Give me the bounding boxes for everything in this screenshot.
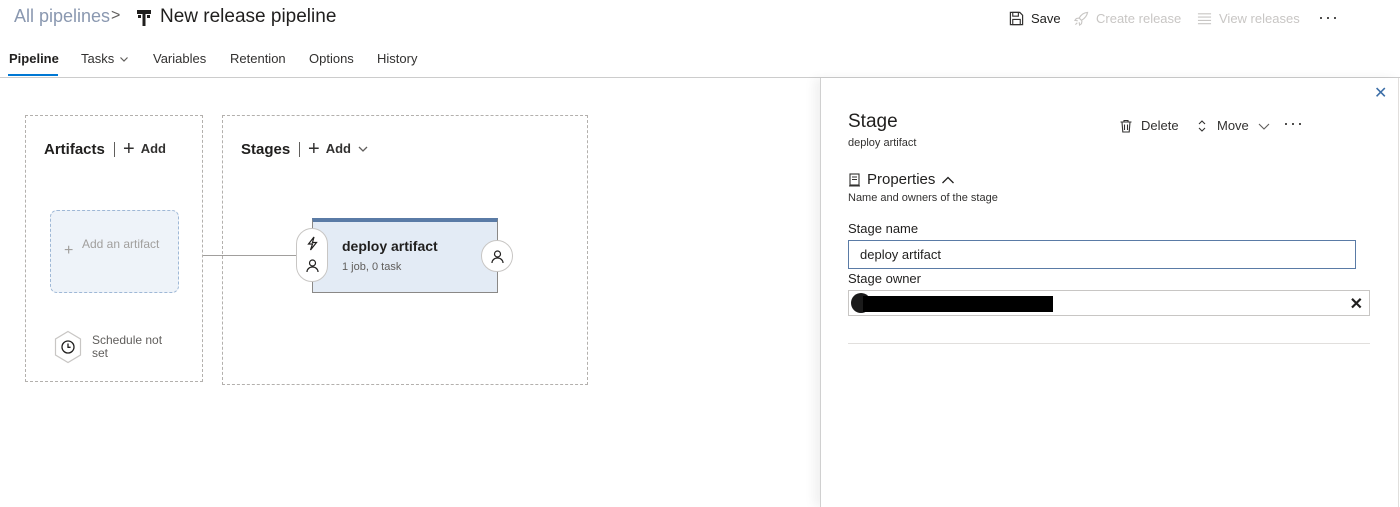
- rocket-icon: [1074, 11, 1089, 26]
- person-icon: [306, 259, 319, 273]
- pre-deployment-conditions-button[interactable]: [296, 228, 328, 282]
- chevron-down-icon: [120, 56, 129, 62]
- tab-bar: Pipeline Tasks Variables Retention Optio…: [0, 48, 1400, 78]
- stage-owner-field[interactable]: ✕: [848, 290, 1370, 316]
- list-icon: [1197, 13, 1212, 25]
- panel-divider: [848, 343, 1370, 344]
- tab-options[interactable]: Options: [309, 51, 354, 66]
- stage-name-label: Stage name: [848, 221, 919, 236]
- plus-icon: +: [308, 137, 320, 160]
- add-artifact-placeholder-label: Add an artifact: [82, 237, 160, 251]
- stage-owner-label: Stage owner: [848, 271, 921, 286]
- delete-label: Delete: [1141, 118, 1179, 133]
- save-label: Save: [1031, 11, 1061, 26]
- properties-section-toggle[interactable]: Properties: [848, 171, 955, 188]
- move-label: Move: [1217, 118, 1249, 133]
- add-stage-label: Add: [325, 141, 351, 156]
- trash-icon: [1120, 119, 1132, 133]
- breadcrumb-separator: >: [111, 7, 121, 24]
- clear-owner-button[interactable]: ✕: [1350, 294, 1363, 314]
- view-releases-label: View releases: [1219, 11, 1300, 26]
- panel-more-button[interactable]: ···: [1283, 113, 1304, 134]
- add-artifact-label: Add: [140, 141, 166, 156]
- lightning-icon: [307, 236, 318, 251]
- properties-description: Name and owners of the stage: [848, 192, 998, 204]
- panel-subtitle: deploy artifact: [848, 137, 917, 149]
- page-title: New release pipeline: [160, 6, 337, 27]
- tab-history[interactable]: History: [377, 51, 417, 66]
- artifacts-divider: [114, 142, 115, 157]
- create-release-label: Create release: [1096, 11, 1182, 26]
- artifacts-title: Artifacts: [44, 141, 105, 158]
- stage-card[interactable]: deploy artifact 1 job, 0 task: [312, 218, 498, 293]
- properties-icon: [849, 172, 860, 187]
- stage-properties-panel: ✕ Stage deploy artifact Delete Move ··· …: [820, 78, 1400, 507]
- tab-tasks-label: Tasks: [81, 51, 115, 66]
- stage-card-summary: 1 job, 0 task: [342, 261, 402, 273]
- more-actions-button[interactable]: ···: [1318, 7, 1339, 28]
- active-tab-indicator: [8, 74, 58, 76]
- stage-card-name: deploy artifact: [342, 238, 438, 254]
- up-down-arrows-icon: [1198, 119, 1206, 132]
- properties-title: Properties: [867, 171, 936, 188]
- add-artifact-placeholder[interactable]: + Add an artifact: [50, 210, 179, 293]
- save-button[interactable]: Save: [1009, 11, 1061, 26]
- plus-icon: +: [64, 242, 74, 259]
- chevron-down-icon: [358, 146, 368, 152]
- top-header: All pipelines > New release pipeline Sav…: [0, 0, 1400, 38]
- breadcrumb-all-pipelines[interactable]: All pipelines: [14, 6, 110, 27]
- stages-divider: [299, 142, 300, 157]
- panel-scrollbar[interactable]: [1398, 78, 1399, 507]
- tab-tasks[interactable]: Tasks: [81, 51, 129, 66]
- tab-retention[interactable]: Retention: [230, 51, 286, 66]
- move-stage-button[interactable]: Move: [1195, 118, 1271, 133]
- tab-variables[interactable]: Variables: [153, 51, 206, 66]
- pipeline-canvas: Artifacts + Add + Add an artifact Schedu…: [0, 78, 820, 507]
- panel-title: Stage: [848, 111, 898, 132]
- view-releases-button[interactable]: View releases: [1197, 11, 1300, 26]
- plus-icon: +: [123, 137, 135, 160]
- artifacts-section: Artifacts + Add + Add an artifact Schedu…: [25, 115, 203, 382]
- delete-stage-button[interactable]: Delete: [1119, 118, 1179, 133]
- save-icon: [1009, 11, 1024, 26]
- release-pipeline-icon: [137, 10, 151, 26]
- stage-name-input[interactable]: [848, 240, 1356, 269]
- create-release-button[interactable]: Create release: [1074, 11, 1181, 26]
- schedule-label[interactable]: Schedule not set: [92, 334, 172, 360]
- post-deployment-conditions-button[interactable]: [481, 240, 513, 272]
- owner-name-redacted: [863, 296, 1053, 312]
- add-artifact-button[interactable]: + Add: [123, 137, 166, 160]
- close-panel-button[interactable]: ✕: [1374, 83, 1387, 103]
- schedule-clock-icon[interactable]: [53, 330, 83, 364]
- stages-title: Stages: [241, 141, 291, 158]
- chevron-up-icon: [942, 176, 955, 183]
- chevron-down-icon: [1258, 123, 1270, 130]
- person-icon: [491, 250, 504, 264]
- tab-pipeline[interactable]: Pipeline: [9, 51, 59, 66]
- add-stage-button[interactable]: + Add: [308, 137, 369, 160]
